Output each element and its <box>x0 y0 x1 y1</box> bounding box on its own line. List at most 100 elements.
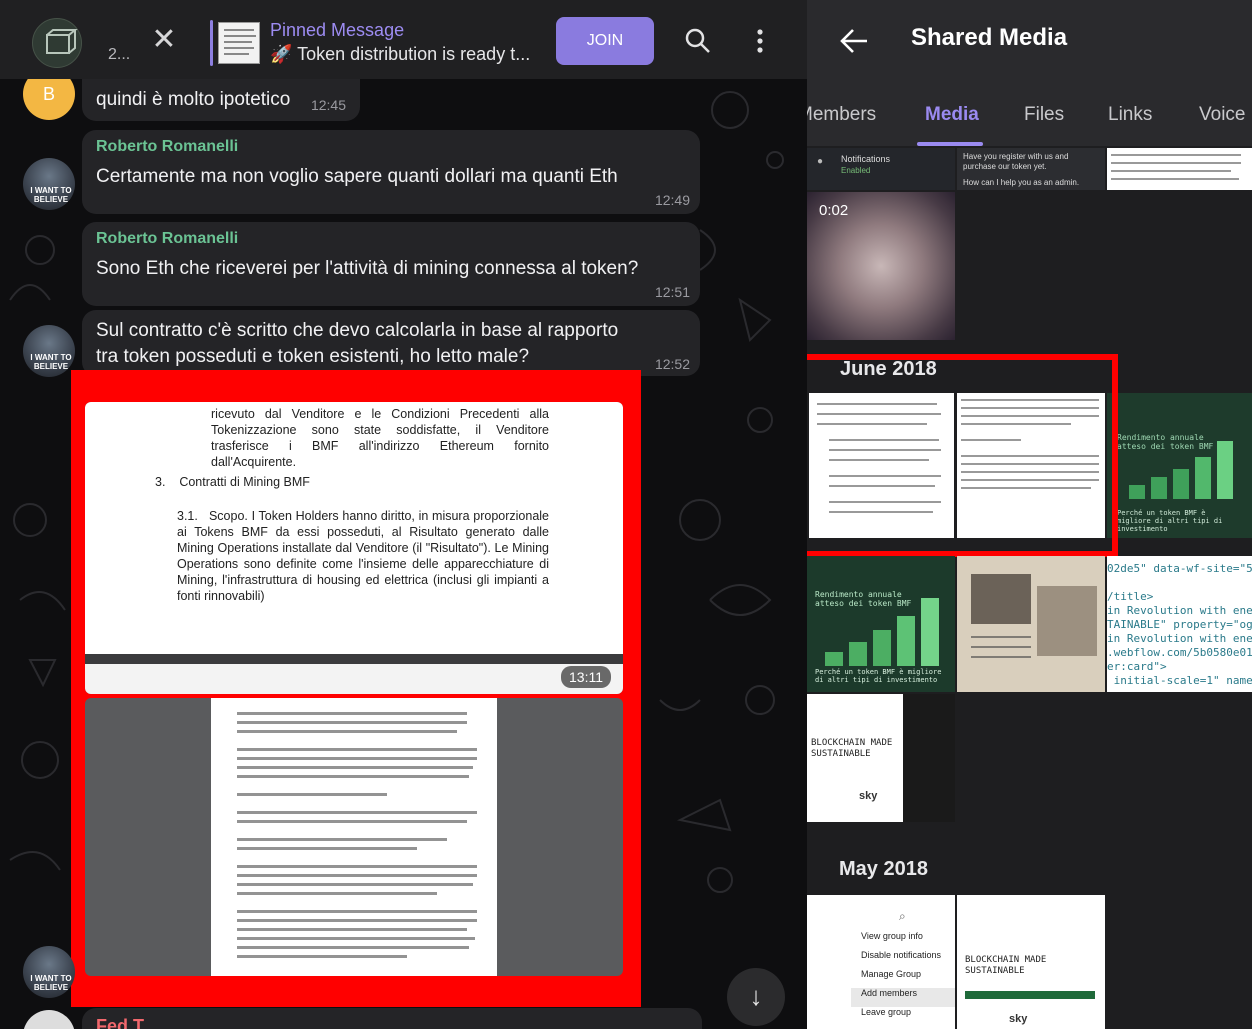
pinned-message-title[interactable]: Pinned Message <box>270 20 404 41</box>
text-line <box>237 811 477 814</box>
document-heading: 3. Contratti di Mining BMF <box>155 475 310 489</box>
more-vertical-icon[interactable] <box>748 26 772 56</box>
avatar[interactable]: I WANT TO BELIEVE <box>23 325 75 377</box>
back-arrow-icon[interactable] <box>837 24 871 58</box>
code-thumbnail[interactable]: 02de5" data-wf-site="5b/title> in Revolut… <box>1107 556 1252 692</box>
text-line <box>237 847 417 850</box>
menu-item: Leave group <box>861 1007 912 1017</box>
menu-item: Disable notifications <box>861 950 942 960</box>
message-author[interactable]: Roberto Romanelli <box>96 230 238 248</box>
text-line <box>237 883 473 886</box>
message-bubble <box>82 1008 702 1029</box>
close-icon[interactable]: ✕ <box>148 24 180 56</box>
document-paragraph: ricevuto dal Venditore e le Condizioni P… <box>211 407 549 469</box>
message-bubble: Sul contratto c'è scritto che devo calco… <box>82 310 700 376</box>
section-header-may: May 2018 <box>839 858 928 880</box>
media-thumbnail[interactable]: Have you register with us and purchase o… <box>957 148 1105 190</box>
selection-highlight <box>807 354 1118 557</box>
avatar[interactable]: I WANT TO BELIEVE <box>23 158 75 210</box>
tab-media[interactable]: Media <box>925 104 979 126</box>
sky-logo: sky <box>859 790 878 802</box>
text-line <box>237 874 477 877</box>
text-line <box>237 919 477 922</box>
text-line <box>237 793 387 796</box>
chat-pane: 2... ✕ Pinned Message 🚀 Token distributi… <box>0 0 807 1029</box>
pinned-thumbnail[interactable] <box>218 22 260 64</box>
message-text: Sono Eth che riceverei per l'attività di… <box>96 258 639 279</box>
code-line: 02de5" data-wf-site="5b <box>1107 562 1252 575</box>
text-line <box>237 955 407 958</box>
message-time: 12:49 <box>654 192 690 208</box>
code-line: .webflow.com/5b0580e01d4 <box>1107 646 1252 659</box>
menu-screenshot-thumbnail[interactable]: ⌕ View group info Disable notifications Ma… <box>807 895 955 1029</box>
text-line <box>237 730 457 733</box>
scroll-down-button[interactable]: ↓ <box>727 968 785 1026</box>
avatar-caption: I WANT TO BELIEVE <box>30 974 72 992</box>
text-line <box>237 838 447 841</box>
page-title: Shared Media <box>911 24 1068 51</box>
message-text-line: tra token posseduti e token esistenti, h… <box>96 346 530 367</box>
search-icon: ⌕ <box>899 909 906 923</box>
video-thumbnail[interactable]: 0:02 <box>807 192 955 340</box>
message-time: 12:52 <box>654 356 690 372</box>
screen: 2... ✕ Pinned Message 🚀 Token distributi… <box>0 0 1252 1029</box>
code-line: in Revolution with enew <box>1107 604 1252 617</box>
text-line <box>237 721 467 724</box>
tab-files[interactable]: Files <box>1024 104 1064 126</box>
message-bubble: Roberto Romanelli Certamente ma non vogl… <box>82 130 700 214</box>
chat-header: 2... ✕ Pinned Message 🚀 Token distributi… <box>0 0 807 79</box>
active-tab-indicator <box>917 142 983 146</box>
document-image-1[interactable]: ricevuto dal Venditore e le Condizioni P… <box>85 402 623 694</box>
avatar-caption: I WANT TO BELIEVE <box>30 186 72 204</box>
text-line <box>237 892 437 895</box>
text-line <box>237 910 477 913</box>
document-thumbnail-icon <box>224 29 256 55</box>
thumb-text: How can I help you as an admin. <box>963 178 1080 187</box>
photo-thumbnail[interactable] <box>957 556 1105 692</box>
thumb-text: BLOCKCHAIN MADE SUSTAINABLE <box>965 955 1047 976</box>
message-author[interactable]: Roberto Romanelli <box>96 138 238 156</box>
document-paragraph: 3.1. Scopo. I Token Holders hanno diritt… <box>177 509 553 603</box>
media-thumbnail[interactable]: ● Notifications Enabled <box>807 148 955 190</box>
text-line <box>237 946 469 949</box>
chart-thumbnail[interactable]: Rendimento annuale atteso dei token BMF … <box>807 556 955 692</box>
message-bubble: quindi è molto ipotetico 12:45 <box>82 79 360 121</box>
menu-list: View group info Disable notifications Mana… <box>851 931 955 1026</box>
document-page: ricevuto dal Venditore e le Condizioni P… <box>85 402 623 654</box>
search-icon[interactable] <box>683 26 713 56</box>
thumb-text: BLOCKCHAIN MADE SUSTAINABLE <box>811 738 893 759</box>
bell-icon: ● <box>817 156 824 167</box>
code-lines: 02de5" data-wf-site="5b/title> in Revolut… <box>1107 556 1252 692</box>
avatar[interactable]: I WANT TO BELIEVE <box>23 946 75 998</box>
website-thumbnail[interactable]: BLOCKCHAIN MADE SUSTAINABLE sky <box>957 895 1105 1029</box>
tab-voice[interactable]: Voice <box>1199 104 1245 126</box>
text-line <box>237 757 477 760</box>
text-line <box>237 748 477 751</box>
text-line <box>237 820 467 823</box>
text-line <box>237 865 477 868</box>
tab-members[interactable]: Members <box>807 104 876 126</box>
media-thumbnail[interactable] <box>1107 148 1252 190</box>
pinned-message-text[interactable]: 🚀 Token distribution is ready t... <box>270 44 530 65</box>
image-time: 13:11 <box>561 666 611 688</box>
join-button[interactable]: JOIN <box>556 17 654 65</box>
message-text-line: Sul contratto c'è scritto che devo calco… <box>96 320 619 341</box>
text-line <box>237 775 469 778</box>
document-image-2[interactable] <box>85 698 623 976</box>
menu-item: Add members <box>851 988 955 1007</box>
thumb-text: Enabled <box>841 166 871 175</box>
message-author[interactable]: Fed T <box>96 1016 144 1029</box>
message-time: 12:51 <box>654 284 690 300</box>
menu-item: Manage Group <box>861 969 922 979</box>
cube-logo-icon <box>46 29 78 54</box>
media-tabs: Members Media Files Links Voice <box>807 82 1252 146</box>
message-bubble: Roberto Romanelli Sono Eth che riceverei… <box>82 222 700 306</box>
shared-media-pane: Shared Media Members Media Files Links V… <box>807 0 1252 1029</box>
tab-links[interactable]: Links <box>1108 104 1152 126</box>
chart-thumbnail[interactable]: Rendimento annuale atteso dei token BMF … <box>1107 393 1252 538</box>
website-thumbnail[interactable]: BLOCKCHAIN MADE SUSTAINABLE sky <box>807 694 955 822</box>
document-page <box>211 698 497 976</box>
document-footer <box>85 664 623 694</box>
text-line <box>237 766 473 769</box>
group-avatar[interactable] <box>32 18 82 68</box>
